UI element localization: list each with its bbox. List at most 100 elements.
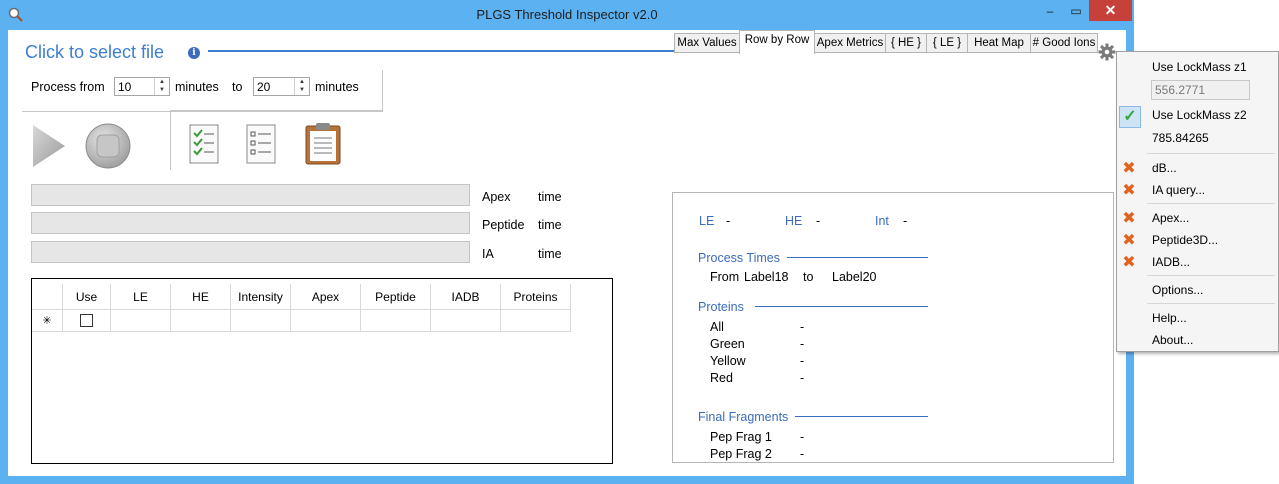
menu-item-use-lockmass-z2[interactable]: Use LockMass z2 <box>1152 108 1247 122</box>
down-arrow-icon[interactable]: ▼ <box>155 86 169 94</box>
window-title: PLGS Threshold Inspector v2.0 <box>476 7 658 22</box>
column-header-peptide[interactable]: Peptide <box>361 284 431 310</box>
error-x-icon: ✖ <box>1122 180 1136 199</box>
menu-item-use-lockmass-z1[interactable]: Use LockMass z1 <box>1152 60 1247 74</box>
from-minutes-value: 10 <box>118 80 132 94</box>
column-header-intensity[interactable]: Intensity <box>231 284 291 310</box>
int-value: - <box>903 214 908 228</box>
tab-apex-metrics[interactable]: Apex Metrics <box>814 33 886 53</box>
minutes-label-2: minutes <box>315 80 359 94</box>
menu-item-ia-query[interactable]: IA query... <box>1152 183 1205 197</box>
table-cell[interactable] <box>291 310 361 332</box>
lockmass-z2-value[interactable]: 785.84265 <box>1152 131 1209 145</box>
select-file-link[interactable]: Click to select file <box>25 42 164 63</box>
pep-frag-1-label: Pep Frag 1 <box>710 430 772 444</box>
stop-icon[interactable] <box>84 122 132 170</box>
checkmark-icon: ✓ <box>1119 106 1141 128</box>
column-header-apex[interactable]: Apex <box>291 284 361 310</box>
to-minutes-stepper[interactable]: 20 ▲ ▼ <box>253 77 310 96</box>
menu-item-iadb[interactable]: IADB... <box>1152 255 1190 269</box>
protein-all-label: All <box>710 320 724 334</box>
tab-he[interactable]: { HE } <box>885 33 927 53</box>
clipboard-icon[interactable] <box>304 122 342 166</box>
from-minutes-stepper[interactable]: 10 ▲ ▼ <box>114 77 170 96</box>
minimize-button[interactable]: – <box>1037 0 1063 21</box>
lockmass-z1-field[interactable]: 556.2771 <box>1151 80 1250 100</box>
column-header-le[interactable]: LE <box>111 284 171 310</box>
up-arrow-icon[interactable]: ▲ <box>295 78 309 86</box>
le-label: LE <box>699 214 715 228</box>
menu-item-db[interactable]: dB... <box>1152 161 1177 175</box>
table-cell[interactable] <box>361 310 431 332</box>
protein-red-label: Red <box>710 371 733 385</box>
row-header-corner <box>32 284 63 310</box>
close-button[interactable]: ✕ <box>1089 0 1132 21</box>
column-header-proteins[interactable]: Proteins <box>501 284 571 310</box>
pep-frag-2-value: - <box>800 447 805 461</box>
info-icon[interactable]: i <box>188 47 200 59</box>
minutes-label-1: minutes <box>175 80 219 94</box>
title-bar[interactable]: PLGS Threshold Inspector v2.0 – ▭ ✕ <box>0 0 1134 30</box>
new-row-marker: ✳ <box>32 310 63 332</box>
results-grid[interactable]: Use LE HE Intensity Apex Peptide IADB Pr… <box>31 278 613 464</box>
column-header-iadb[interactable]: IADB <box>431 284 501 310</box>
gear-icon[interactable] <box>1098 43 1116 61</box>
table-cell[interactable] <box>501 310 571 332</box>
column-header-use[interactable]: Use <box>63 284 111 310</box>
he-label: HE <box>785 214 803 228</box>
pep-frag-2-label: Pep Frag 2 <box>710 447 772 461</box>
down-arrow-icon[interactable]: ▼ <box>295 86 309 94</box>
section-divider <box>755 306 928 307</box>
play-icon[interactable] <box>30 122 68 170</box>
apex-progress-bar <box>31 184 470 206</box>
table-cell[interactable] <box>231 310 291 332</box>
section-divider <box>787 257 928 258</box>
table-cell[interactable] <box>111 310 171 332</box>
error-x-icon: ✖ <box>1122 252 1136 271</box>
row-by-row-panel: LE - HE - Int - Process Times From Label… <box>672 192 1114 463</box>
table-cell[interactable] <box>171 310 231 332</box>
menu-item-options[interactable]: Options... <box>1152 283 1203 297</box>
menu-item-about[interactable]: About... <box>1152 333 1193 347</box>
list-icon[interactable] <box>246 124 276 164</box>
pep-frag-1-value: - <box>800 430 805 444</box>
final-fragments-heading: Final Fragments <box>698 410 789 424</box>
process-times-heading: Process Times <box>698 251 780 265</box>
menu-separator <box>1147 303 1275 304</box>
column-header-he[interactable]: HE <box>171 284 231 310</box>
apex-time: time <box>538 190 562 204</box>
ia-label: IA <box>482 247 494 261</box>
tab-heat-map[interactable]: Heat Map <box>967 33 1031 53</box>
tab-max-values[interactable]: Max Values <box>674 33 740 53</box>
up-arrow-icon[interactable]: ▲ <box>155 78 169 86</box>
tab-row-by-row[interactable]: Row by Row <box>739 30 815 54</box>
menu-item-peptide3d[interactable]: Peptide3D... <box>1152 233 1218 247</box>
protein-green-value: - <box>800 337 805 351</box>
table-cell-use[interactable] <box>63 310 111 332</box>
protein-green-label: Green <box>710 337 745 351</box>
app-window: PLGS Threshold Inspector v2.0 – ▭ ✕ Clic… <box>0 0 1134 484</box>
to-label: to <box>803 270 814 284</box>
proteins-heading: Proteins <box>698 300 744 314</box>
use-checkbox[interactable] <box>80 314 93 327</box>
menu-item-help[interactable]: Help... <box>1152 311 1187 325</box>
maximize-button[interactable]: ▭ <box>1063 0 1089 21</box>
to-stepper-arrows[interactable]: ▲ ▼ <box>294 78 309 95</box>
checklist-icon[interactable] <box>189 124 219 164</box>
protein-yellow-value: - <box>800 354 805 368</box>
client-area: Click to select file i Process from 10 ▲… <box>8 30 1126 476</box>
to-value: Label20 <box>832 270 877 284</box>
le-value: - <box>726 214 731 228</box>
he-value: - <box>816 214 821 228</box>
peptide-label: Peptide <box>482 218 525 232</box>
ia-time: time <box>538 247 562 261</box>
protein-yellow-label: Yellow <box>710 354 746 368</box>
table-cell[interactable] <box>431 310 501 332</box>
from-stepper-arrows[interactable]: ▲ ▼ <box>154 78 169 95</box>
tab-le[interactable]: { LE } <box>926 33 968 53</box>
to-label: to <box>232 80 243 94</box>
error-x-icon: ✖ <box>1122 230 1136 249</box>
protein-all-value: - <box>800 320 805 334</box>
menu-item-apex[interactable]: Apex... <box>1152 211 1189 225</box>
tab-good-ions[interactable]: # Good Ions <box>1030 33 1098 53</box>
